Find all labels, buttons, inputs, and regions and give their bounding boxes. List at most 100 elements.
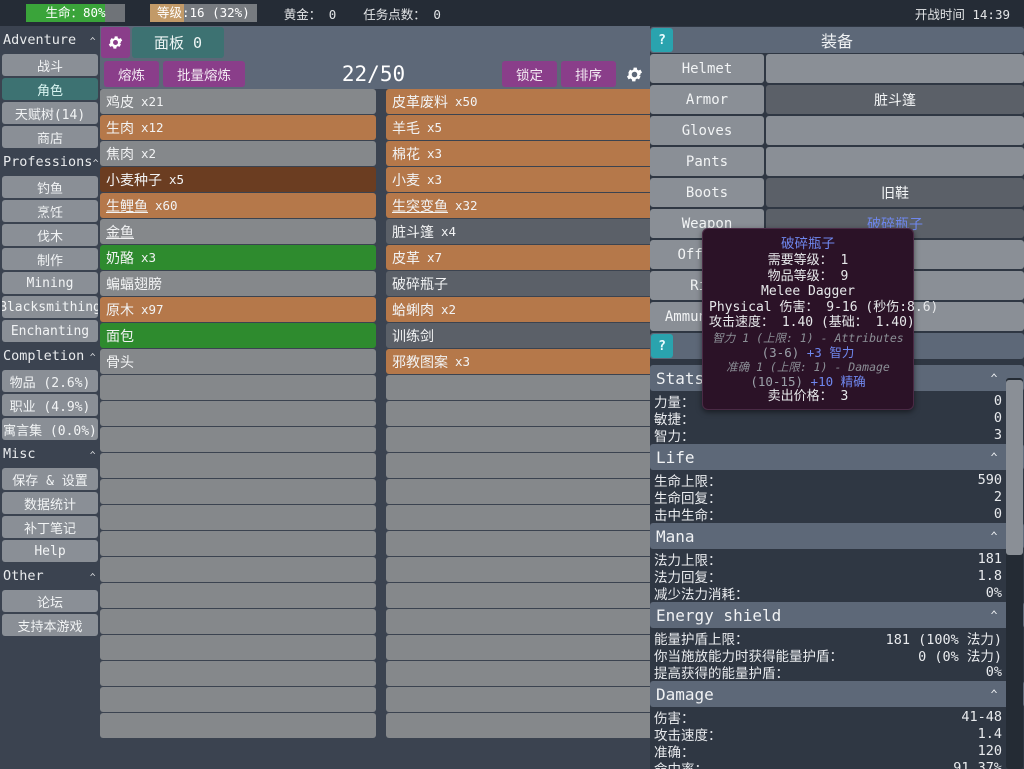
inventory-empty-slot[interactable] (386, 505, 654, 530)
sidebar-item-4-1[interactable]: 支持本游戏 (2, 614, 98, 636)
sort-button[interactable]: 排序 (561, 61, 616, 87)
sidebar-item-1-4[interactable]: Mining (2, 272, 98, 294)
inventory-item[interactable]: 蝙蝠翅膀 (100, 271, 376, 296)
inventory-item[interactable]: 皮革废料 x50 (386, 89, 654, 114)
inventory-empty-slot[interactable] (386, 557, 654, 582)
inventory-item[interactable]: 脏斗篷 x4 (386, 219, 654, 244)
inventory-empty-slot[interactable] (100, 401, 376, 426)
inventory-empty-slot[interactable] (100, 427, 376, 452)
inventory-empty-slot[interactable] (100, 713, 376, 738)
chevron-up-icon[interactable]: ⌃ (990, 530, 998, 543)
stats-section-header-life[interactable]: Life ⌃ (650, 444, 1024, 470)
inventory-item[interactable]: 原木 x97 (100, 297, 376, 322)
equipment-slot-value[interactable] (766, 147, 1024, 176)
equipment-slot-value[interactable] (766, 54, 1024, 83)
chevron-up-icon[interactable]: ⌃ (990, 609, 998, 622)
inventory-item[interactable]: 蛤蜊肉 x2 (386, 297, 654, 322)
inventory-empty-slot[interactable] (386, 713, 654, 738)
sidebar-group-professions[interactable]: Professions ⌃ (1, 150, 99, 174)
inventory-empty-slot[interactable] (100, 609, 376, 634)
inventory-item[interactable]: 羊毛 x5 (386, 115, 654, 140)
inventory-item[interactable]: 面包 (100, 323, 376, 348)
inventory-empty-slot[interactable] (386, 427, 654, 452)
inventory-empty-slot[interactable] (386, 401, 654, 426)
sidebar-item-3-0[interactable]: 保存 & 设置 (2, 468, 98, 490)
inventory-item[interactable]: 生肉 x12 (100, 115, 376, 140)
inventory-options-gear-icon[interactable] (621, 61, 647, 87)
equipment-slot-gloves[interactable]: Gloves (650, 116, 1024, 145)
sidebar-group-completion[interactable]: Completion ⌃ (1, 344, 99, 368)
inventory-item[interactable]: 棉花 x3 (386, 141, 654, 166)
equipment-slot-value[interactable]: 旧鞋 (766, 178, 1024, 207)
inventory-item[interactable]: 奶酪 x3 (100, 245, 376, 270)
sidebar-item-3-1[interactable]: 数据统计 (2, 492, 98, 514)
sidebar-item-0-3[interactable]: 商店 (2, 126, 98, 148)
inventory-item[interactable]: 邪教图案 x3 (386, 349, 654, 374)
inventory-empty-slot[interactable] (386, 661, 654, 686)
lock-button[interactable]: 锁定 (502, 61, 557, 87)
inventory-item[interactable]: 破碎瓶子 (386, 271, 654, 296)
inventory-empty-slot[interactable] (100, 661, 376, 686)
inventory-empty-slot[interactable] (100, 557, 376, 582)
sidebar-item-1-3[interactable]: 制作 (2, 248, 98, 270)
bulk-smelt-button[interactable]: 批量熔炼 (163, 61, 245, 87)
inventory-item[interactable]: 生突变鱼 x32 (386, 193, 654, 218)
stats-section-header-energy-shield[interactable]: Energy shield ⌃ (650, 602, 1024, 628)
stats-scrollbar-thumb[interactable] (1006, 380, 1023, 555)
inventory-empty-slot[interactable] (386, 479, 654, 504)
inventory-item[interactable]: 金鱼 (100, 219, 376, 244)
inventory-item[interactable]: 皮革 x7 (386, 245, 654, 270)
inventory-item[interactable]: 生鲤鱼 x60 (100, 193, 376, 218)
inventory-empty-slot[interactable] (100, 479, 376, 504)
sidebar-item-1-0[interactable]: 钓鱼 (2, 176, 98, 198)
sidebar-item-3-3[interactable]: Help (2, 540, 98, 562)
sidebar-item-1-2[interactable]: 伐木 (2, 224, 98, 246)
question-mark-icon[interactable]: ? (651, 28, 673, 52)
sidebar-item-0-0[interactable]: 战斗 (2, 54, 98, 76)
question-mark-icon[interactable]: ? (651, 334, 673, 358)
inventory-empty-slot[interactable] (386, 609, 654, 634)
equipment-slot-boots[interactable]: Boots 旧鞋 (650, 178, 1024, 207)
inventory-empty-slot[interactable] (386, 453, 654, 478)
inventory-empty-slot[interactable] (386, 687, 654, 712)
inventory-tab-panel-0[interactable]: 面板 0 (132, 27, 225, 58)
inventory-item[interactable]: 小麦种子 x5 (100, 167, 376, 192)
sidebar-item-1-1[interactable]: 烹饪 (2, 200, 98, 222)
stats-section-header-mana[interactable]: Mana ⌃ (650, 523, 1024, 549)
inventory-item[interactable]: 训练剑 (386, 323, 654, 348)
inventory-empty-slot[interactable] (386, 635, 654, 660)
sidebar-item-0-2[interactable]: 天赋树(14) (2, 102, 98, 124)
stats-section-header-damage[interactable]: Damage ⌃ (650, 681, 1024, 707)
sidebar-item-1-5[interactable]: Blacksmithing (2, 296, 98, 318)
sidebar-item-0-1[interactable]: 角色 (2, 78, 98, 100)
equipment-slot-pants[interactable]: Pants (650, 147, 1024, 176)
inventory-settings-gear-icon[interactable] (101, 27, 130, 58)
inventory-item[interactable]: 焦肉 x2 (100, 141, 376, 166)
sidebar-group-adventure[interactable]: Adventure ⌃ (1, 28, 99, 52)
equipment-slot-value[interactable] (766, 116, 1024, 145)
equipment-slot-armor[interactable]: Armor 脏斗篷 (650, 85, 1024, 114)
inventory-empty-slot[interactable] (100, 635, 376, 660)
smelt-button[interactable]: 熔炼 (104, 61, 159, 87)
equipment-slot-value[interactable]: 脏斗篷 (766, 85, 1024, 114)
inventory-item[interactable]: 骨头 (100, 349, 376, 374)
inventory-empty-slot[interactable] (100, 375, 376, 400)
sidebar-item-2-0[interactable]: 物品 (2.6%) (2, 370, 98, 392)
inventory-empty-slot[interactable] (386, 531, 654, 556)
inventory-empty-slot[interactable] (100, 505, 376, 530)
sidebar-item-1-6[interactable]: Enchanting (2, 320, 98, 342)
sidebar-group-misc[interactable]: Misc ⌃ (1, 442, 99, 466)
sidebar-item-2-1[interactable]: 职业 (4.9%) (2, 394, 98, 416)
inventory-item[interactable]: 鸡皮 x21 (100, 89, 376, 114)
equipment-slot-helmet[interactable]: Helmet (650, 54, 1024, 83)
chevron-up-icon[interactable]: ⌃ (990, 372, 998, 385)
inventory-item[interactable]: 小麦 x3 (386, 167, 654, 192)
inventory-empty-slot[interactable] (100, 687, 376, 712)
inventory-empty-slot[interactable] (100, 531, 376, 556)
inventory-empty-slot[interactable] (386, 583, 654, 608)
sidebar-group-other[interactable]: Other ⌃ (1, 564, 99, 588)
chevron-up-icon[interactable]: ⌃ (990, 688, 998, 701)
inventory-empty-slot[interactable] (386, 375, 654, 400)
inventory-empty-slot[interactable] (100, 583, 376, 608)
sidebar-item-2-2[interactable]: 寓言集 (0.0%) (2, 418, 98, 440)
